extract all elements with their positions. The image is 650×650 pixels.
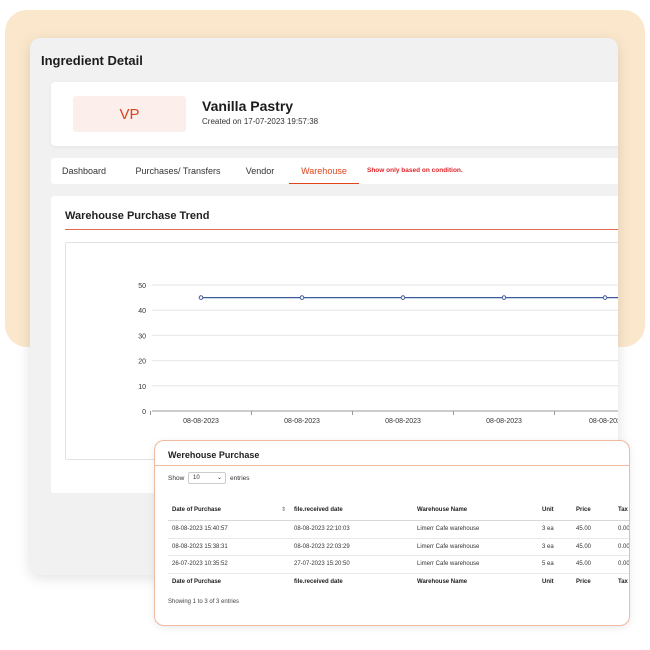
purchase-table: Date of Purchase ⇕ file.received date Wa… <box>168 499 630 592</box>
warehouse-trend-chart: 0 10 20 30 40 50 08-08-2023 08-08-2023 08-08-202… <box>138 283 618 425</box>
tab-condition-note: Show only based on condition. <box>367 167 463 174</box>
footer-unit: Unit <box>542 579 554 586</box>
column-header-date-of-purchase[interactable]: Date of Purchase <box>172 499 221 520</box>
cell-date-of-purchase: 08-08-2023 15:40:57 <box>172 526 228 533</box>
data-point <box>299 295 305 300</box>
cell-unit: 3 ea <box>542 543 554 550</box>
cell-tax: 0.00 <box>618 543 630 550</box>
y-tick-label: 30 <box>138 333 146 340</box>
x-tick-label: 08-08-202 <box>589 418 618 425</box>
created-label: Created on <box>202 117 242 126</box>
column-header-warehouse-name[interactable]: Warehouse Name <box>417 499 467 520</box>
table-row: 08-08-2023 15:38:31 08-08-2023 22:03:29 … <box>168 539 630 556</box>
cell-received-date: 08-08-2023 22:03:29 <box>294 543 350 550</box>
ingredient-name: Vanilla Pastry <box>202 98 294 114</box>
data-point <box>198 295 204 300</box>
cell-price: 45.00 <box>576 526 592 533</box>
y-tick-label: 50 <box>138 283 146 290</box>
cell-date-of-purchase: 26-07-2023 10:35:52 <box>172 561 228 568</box>
tab-purchases-transfers[interactable]: Purchases/ Transfers <box>128 158 228 184</box>
page-title: Ingredient Detail <box>41 53 143 68</box>
chart-title-divider <box>65 229 618 230</box>
column-header-price[interactable]: Price <box>576 499 591 520</box>
table-title: Werehouse Purchase <box>168 450 260 460</box>
footer-tax: Tax <box>618 579 628 586</box>
chevron-down-icon: ⌄ <box>216 475 222 481</box>
pagination-info: Showing 1 to 3 of 3 entries <box>168 599 240 605</box>
cell-warehouse-name: Limerr Cafe warehouse <box>417 526 480 533</box>
cell-tax: 0.00 <box>618 526 630 533</box>
table-footer-row: Date of Purchase file.received date Ware… <box>168 574 629 592</box>
chart-container: 0 10 20 30 40 50 08-08-2023 08-08-2023 08-08-202… <box>65 242 618 460</box>
y-tick-label: 10 <box>138 384 146 391</box>
cell-warehouse-name: Limerr Cafe warehouse <box>417 561 480 568</box>
cell-unit: 5 ea <box>542 561 554 568</box>
cell-price: 45.00 <box>576 543 592 550</box>
cell-tax: 0.00 <box>618 561 630 568</box>
y-tick-label: 20 <box>138 359 146 366</box>
y-tick-label: 0 <box>142 409 146 416</box>
data-point <box>602 295 608 300</box>
data-point <box>400 295 406 300</box>
x-tick-label: 08-08-2023 <box>385 418 421 425</box>
x-tick-label: 08-08-2023 <box>284 418 320 425</box>
entries-label: entries <box>230 475 250 482</box>
cell-received-date: 08-08-2023 22:10:03 <box>294 526 350 533</box>
tab-vendor[interactable]: Vendor <box>237 158 283 184</box>
ingredient-header-card: VP Vanilla Pastry Created on 17-07-2023 … <box>51 82 618 146</box>
y-tick-label: 40 <box>138 308 146 315</box>
tabs-bar: Dashboard Purchases/ Transfers Vendor Wa… <box>51 158 618 184</box>
cell-received-date: 27-07-2023 15:20:50 <box>294 561 350 568</box>
column-header-tax[interactable]: Tax <box>618 499 628 520</box>
data-point <box>501 295 507 300</box>
show-label: Show <box>168 475 185 482</box>
cell-unit: 3 ea <box>542 526 554 533</box>
table-row: 08-08-2023 15:40:57 08-08-2023 22:10:03 … <box>168 521 630 539</box>
footer-warehouse-name: Warehouse Name <box>417 579 468 586</box>
ingredient-avatar: VP <box>73 96 186 132</box>
footer-received-date: file.received date <box>294 579 343 586</box>
tab-warehouse[interactable]: Warehouse <box>289 158 359 184</box>
created-info: Created on 17-07-2023 19:57:38 <box>202 117 318 126</box>
cell-warehouse-name: Limerr Cafe warehouse <box>417 543 480 550</box>
footer-price: Price <box>576 579 591 586</box>
table-header-row: Date of Purchase ⇕ file.received date Wa… <box>168 499 629 521</box>
footer-date-of-purchase: Date of Purchase <box>172 579 222 586</box>
cell-date-of-purchase: 08-08-2023 15:38:31 <box>172 543 228 550</box>
chart-title: Warehouse Purchase Trend <box>65 210 210 222</box>
page-size-select[interactable]: 10 ⌄ <box>188 472 226 484</box>
x-tick-label: 08-08-2023 <box>486 418 522 425</box>
warehouse-purchase-card: Werehouse Purchase Show 10 ⌄ entries Dat… <box>154 440 630 626</box>
created-timestamp: 17-07-2023 19:57:38 <box>243 117 319 126</box>
column-header-received-date[interactable]: file.received date <box>294 499 343 520</box>
page-size-value: 10 <box>193 475 200 481</box>
tab-dashboard[interactable]: Dashboard <box>51 158 117 184</box>
column-header-unit[interactable]: Unit <box>542 499 554 520</box>
sort-icon[interactable]: ⇕ <box>281 499 286 520</box>
table-title-divider <box>155 465 629 466</box>
table-row: 26-07-2023 10:35:52 27-07-2023 15:20:50 … <box>168 556 630 574</box>
x-tick-label: 08-08-2023 <box>183 418 219 425</box>
cell-price: 45.00 <box>576 561 592 568</box>
